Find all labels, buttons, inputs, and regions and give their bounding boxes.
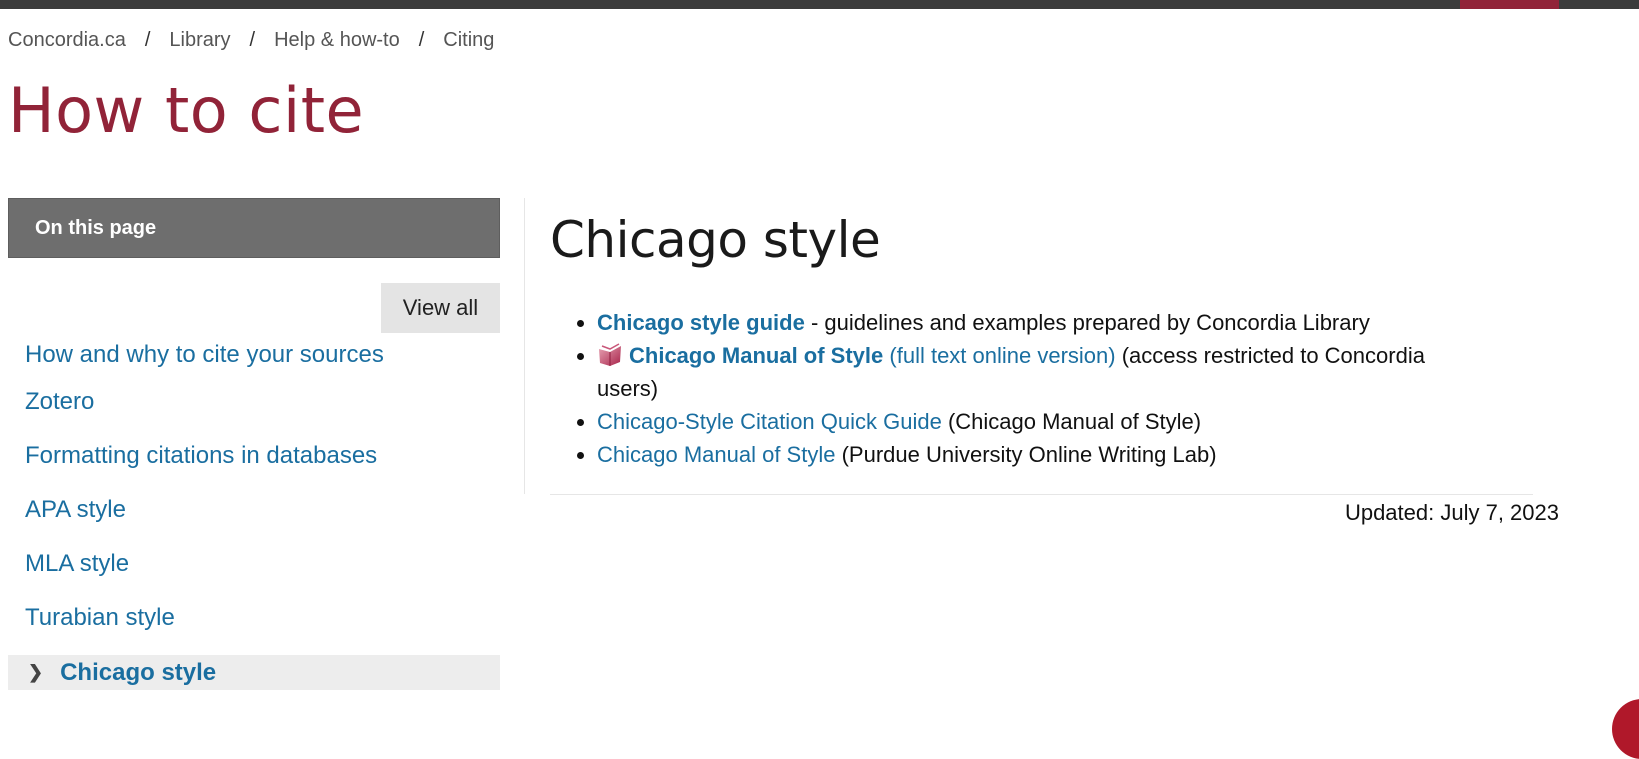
- breadcrumb-separator: /: [249, 29, 256, 51]
- sidebar-link[interactable]: APA style: [25, 496, 126, 524]
- sidebar-nav: How and why to cite your sources Zotero …: [8, 335, 500, 690]
- chevron-right-icon: ❯: [28, 662, 44, 682]
- list-item-text: - guidelines and examples prepared by Co…: [804, 310, 1370, 335]
- view-all-button[interactable]: View all: [381, 283, 500, 333]
- chat-widget-button[interactable]: [1612, 699, 1639, 759]
- sidebar-header: On this page: [8, 198, 500, 258]
- list-item: Chicago Manual of Style (full text onlin…: [597, 339, 1477, 405]
- purdue-owl-link[interactable]: Chicago Manual of Style: [597, 442, 835, 467]
- breadcrumb-help[interactable]: Help & how-to: [274, 29, 400, 52]
- list-item: Chicago style guide - guidelines and exa…: [597, 306, 1477, 339]
- chicago-manual-link[interactable]: Chicago Manual of Style: [629, 343, 883, 368]
- sidebar-link[interactable]: Formatting citations in databases: [25, 442, 377, 470]
- sidebar-item-zotero: Zotero: [8, 375, 500, 429]
- top-bar: [0, 0, 1639, 9]
- on-this-page-sidebar: On this page View all How and why to cit…: [8, 198, 500, 690]
- book-icon: [599, 343, 621, 366]
- breadcrumb-separator: /: [418, 29, 425, 51]
- sidebar-item-apa: APA style: [8, 483, 500, 537]
- list-item-text: (Purdue University Online Writing Lab): [835, 442, 1217, 467]
- resource-list: Chicago style guide - guidelines and exa…: [597, 306, 1477, 471]
- chicago-style-guide-link[interactable]: Chicago style guide: [597, 310, 805, 335]
- column-divider: [524, 198, 525, 494]
- breadcrumb-library[interactable]: Library: [169, 29, 230, 52]
- updated-date: Updated: July 7, 2023: [1344, 500, 1559, 525]
- section-heading: Chicago style: [550, 211, 881, 269]
- sidebar-item-mla: MLA style: [8, 537, 500, 591]
- list-item: Chicago Manual of Style (Purdue Universi…: [597, 438, 1477, 471]
- list-item-text: (Chicago Manual of Style): [941, 409, 1202, 434]
- breadcrumb-concordia[interactable]: Concordia.ca: [8, 29, 126, 52]
- breadcrumb: Concordia.ca / Library / Help & how-to /…: [8, 29, 494, 52]
- content-divider: [550, 494, 1533, 495]
- sidebar-item-turabian: Turabian style: [8, 591, 500, 645]
- sidebar-link-active[interactable]: Chicago style: [60, 659, 216, 687]
- full-text-online-link[interactable]: (full text online version): [889, 343, 1115, 368]
- breadcrumb-citing[interactable]: Citing: [443, 29, 494, 52]
- sidebar-link[interactable]: Zotero: [25, 388, 94, 416]
- sidebar-item-chicago: ❯ Chicago style: [8, 655, 500, 690]
- sidebar-link[interactable]: How and why to cite your sources: [25, 341, 384, 369]
- breadcrumb-separator: /: [144, 29, 151, 51]
- top-bar-accent[interactable]: [1460, 0, 1559, 9]
- sidebar-item-how-and-why: How and why to cite your sources: [8, 335, 500, 375]
- quick-guide-link[interactable]: Chicago-Style Citation Quick Guide: [597, 409, 942, 434]
- list-item: Chicago-Style Citation Quick Guide (Chic…: [597, 405, 1477, 438]
- sidebar-link[interactable]: Turabian style: [25, 604, 175, 632]
- sidebar-item-formatting: Formatting citations in databases: [8, 429, 500, 483]
- page-title: How to cite: [8, 74, 365, 147]
- sidebar-link[interactable]: MLA style: [25, 550, 129, 578]
